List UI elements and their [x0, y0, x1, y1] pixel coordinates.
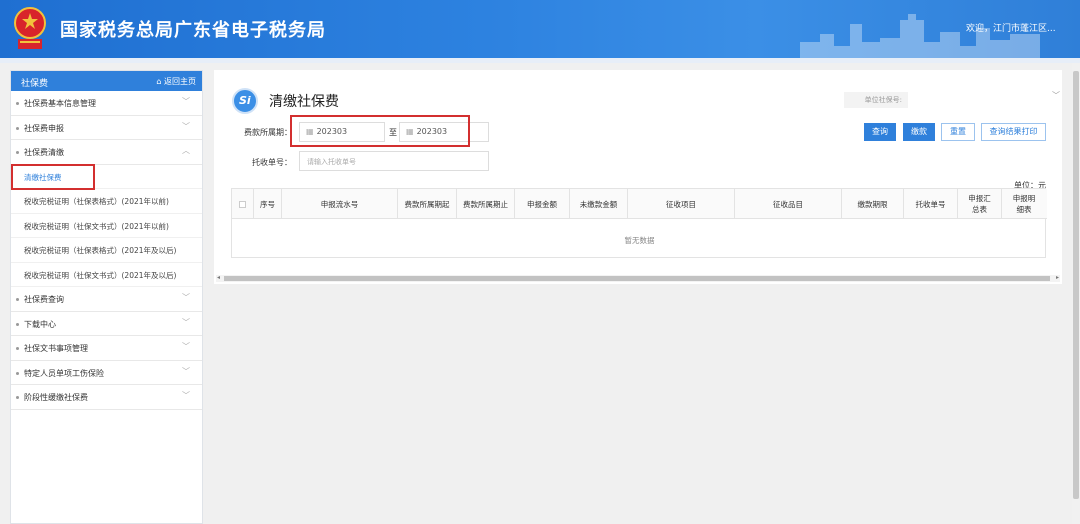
chevron-down-icon: ﹀: [182, 121, 190, 131]
header-separator: [0, 58, 1080, 63]
bullet-icon: [16, 126, 19, 130]
return-home-link[interactable]: ⌂ 返回主页: [156, 76, 196, 87]
top-header: 国家税务总局广东省电子税务局 欢迎，江门市蓬江区...: [0, 0, 1080, 58]
column-header: 申报流水号: [282, 189, 398, 219]
page-title: 清缴社保费: [269, 94, 339, 110]
period-label: 费款所属期：: [244, 128, 292, 137]
sidebar-item-label: 社保费清缴: [24, 148, 64, 157]
select-all-checkbox[interactable]: [232, 189, 254, 219]
column-header: 申报金额: [515, 189, 570, 219]
sidebar-subitem-certificate-3[interactable]: 税收完税证明（社保表格式）(2021年及以后): [11, 238, 202, 263]
print-results-button[interactable]: 查询结果打印: [981, 123, 1046, 141]
checkbox-icon: [239, 200, 246, 208]
sidebar-item-documents[interactable]: 社保文书事项管理 ﹀: [11, 336, 202, 361]
sidebar-header: 社保费 ⌂ 返回主页: [11, 71, 202, 91]
order-label: 托收单号：: [252, 158, 292, 167]
sidebar: 社保费 ⌂ 返回主页 社保费基本信息管理 ﹀ 社保费申报 ﹀ 社保费清缴 ︿ 清…: [10, 70, 203, 524]
column-header: 未缴款金额: [570, 189, 628, 219]
column-header: 费款所属期起: [398, 189, 457, 219]
sidebar-item-label: 社保费查询: [24, 295, 64, 304]
bullet-icon: [16, 322, 19, 326]
horizontal-scrollbar[interactable]: ◂ ▸: [216, 274, 1060, 282]
column-header: 费款所属期止: [457, 189, 515, 219]
sidebar-title: 社保费: [21, 79, 49, 89]
bullet-icon: [16, 151, 19, 154]
sidebar-item-basic-info[interactable]: 社保费基本信息管理 ﹀: [11, 91, 202, 116]
sidebar-item-label: 税收完税证明（社保表格式）(2021年及以后): [24, 246, 177, 255]
sidebar-item-download[interactable]: 下载中心 ﹀: [11, 312, 202, 336]
sidebar-item-label: 特定人员单项工伤保险: [24, 368, 104, 378]
sidebar-item-injury-insurance[interactable]: 特定人员单项工伤保险 ﹀: [11, 361, 202, 385]
sidebar-item-deferred-payment[interactable]: 阶段性缓缴社保费 ﹀: [11, 385, 202, 410]
scroll-left-arrow-icon[interactable]: ◂: [217, 274, 220, 281]
unit-insurance-number: 单位社保号:: [844, 92, 908, 108]
bullet-icon: [16, 102, 19, 105]
skyline-decoration: [800, 14, 1040, 58]
vertical-scrollbar[interactable]: [1072, 63, 1080, 524]
chevron-down-icon: ﹀: [182, 317, 190, 327]
sidebar-item-label: 社保文书事项管理: [24, 344, 88, 353]
sidebar-item-declaration[interactable]: 社保费申报 ﹀: [11, 116, 202, 140]
scrollbar-thumb[interactable]: [224, 276, 1050, 281]
sidebar-item-label: 税收完税证明（社保表格式）(2021年以前): [24, 197, 169, 206]
column-header: 申报汇总表: [958, 189, 1002, 219]
chevron-down-icon: ﹀: [182, 342, 190, 351]
chevron-down-icon: ﹀: [182, 97, 190, 106]
sidebar-item-label: 税收完税证明（社保文书式）(2021年及以后): [24, 270, 177, 280]
bullet-icon: [16, 396, 19, 399]
sidebar-item-label: 下载中心: [24, 319, 56, 329]
column-header: 托收单号: [904, 189, 958, 219]
sidebar-subitem-certificate-1[interactable]: 税收完税证明（社保表格式）(2021年以前): [11, 189, 202, 214]
sidebar-subitem-certificate-4[interactable]: 税收完税证明（社保文书式）(2021年及以后): [11, 263, 202, 287]
reset-button[interactable]: 重置: [941, 123, 975, 141]
pay-button[interactable]: 缴款: [903, 123, 935, 141]
column-header: 征收项目: [628, 189, 735, 219]
chevron-down-icon: ﹀: [182, 366, 190, 376]
column-header: 征收品目: [735, 189, 842, 219]
highlight-box-menu: [11, 164, 95, 190]
sidebar-item-label: 税收完税证明（社保文书式）(2021年以前): [24, 221, 169, 231]
bullet-icon: [16, 298, 19, 301]
column-header: 申报明细表: [1012, 194, 1036, 214]
table-header-row: 序号 申报流水号 费款所属期起 费款所属期止 申报金额 未缴款金额 征收项目 征…: [232, 189, 1047, 219]
empty-state-text: 暂无数据: [624, 236, 655, 245]
column-header: 缴款期限: [842, 189, 904, 219]
chevron-up-icon: ︿: [182, 146, 190, 155]
bullet-icon: [16, 347, 19, 350]
scrollbar-thumb[interactable]: [1073, 71, 1079, 499]
icon-text: Si: [239, 94, 251, 107]
order-number-input[interactable]: 请输入托收单号: [299, 151, 489, 171]
bullet-icon: [16, 371, 19, 375]
site-title: 国家税务总局广东省电子税务局: [60, 20, 326, 41]
sidebar-item-label: 社保费基本信息管理: [24, 99, 96, 108]
welcome-text[interactable]: 欢迎，江门市蓬江区...: [966, 21, 1056, 34]
results-table: 序号 申报流水号 费款所属期起 费款所属期止 申报金额 未缴款金额 征收项目 征…: [231, 188, 1047, 258]
social-insurance-icon: Si: [232, 88, 258, 114]
query-button[interactable]: 查询: [864, 123, 896, 141]
sidebar-item-query[interactable]: 社保费查询 ﹀: [11, 287, 202, 312]
national-emblem-icon: [14, 7, 46, 49]
collapse-chevron-icon[interactable]: ﹀: [1052, 90, 1060, 101]
sidebar-item-label: 阶段性缓缴社保费: [24, 393, 88, 402]
sidebar-item-label: 社保费申报: [24, 123, 64, 133]
main-panel: Si 清缴社保费 单位社保号: ﹀ 费款所属期： ▦ 202303 至 ▦ 2023…: [214, 70, 1062, 284]
chevron-down-icon: ﹀: [182, 293, 190, 302]
highlight-box-period: [290, 115, 470, 147]
sidebar-subitem-certificate-2[interactable]: 税收完税证明（社保文书式）(2021年以前): [11, 214, 202, 238]
sidebar-item-settlement[interactable]: 社保费清缴 ︿: [11, 140, 202, 165]
column-header: 序号: [254, 189, 282, 219]
chevron-down-icon: ﹀: [182, 391, 190, 400]
scroll-right-arrow-icon[interactable]: ▸: [1056, 274, 1059, 281]
